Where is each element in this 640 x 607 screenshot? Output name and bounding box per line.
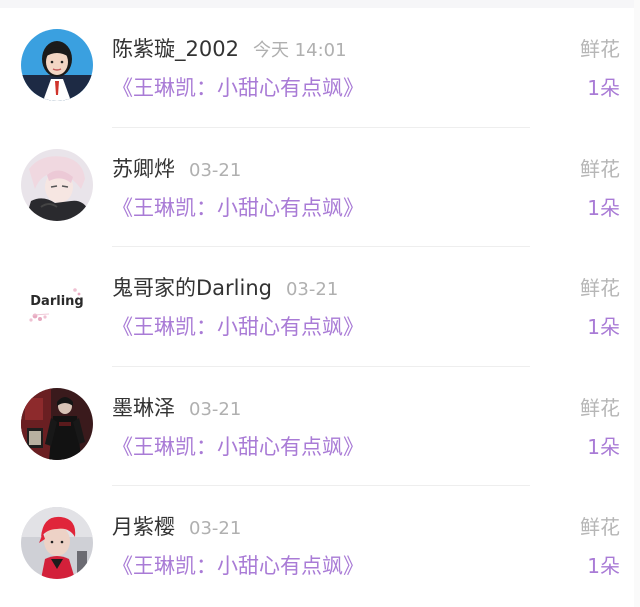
dark-figure-avatar[interactable] xyxy=(21,387,93,460)
work-title-link[interactable]: 《王琳凯：小甜心有点飒》 xyxy=(112,194,364,222)
sender-name-text[interactable]: 鬼哥家的Darling xyxy=(112,276,272,300)
gift-record-list: 陈紫璇_2002 今天 14:01 《王琳凯：小甜心有点飒》 鲜花 1朵 苏卿烨 0… xyxy=(0,8,640,606)
work-title-link[interactable]: 《王琳凯：小甜心有点飒》 xyxy=(112,313,364,341)
sender-name[interactable]: 月紫樱 03-21 xyxy=(112,513,241,543)
gift-record-row[interactable]: 月紫樱 03-21 《王琳凯：小甜心有点飒》 鲜花 1朵 xyxy=(0,486,640,606)
gift-record-row[interactable]: 墨琳泽 03-21 《王琳凯：小甜心有点飒》 鲜花 1朵 xyxy=(0,367,640,486)
sender-name[interactable]: 鬼哥家的Darling 03-21 xyxy=(112,274,338,304)
gift-count-label: 1朵 xyxy=(587,434,620,459)
work-title-link[interactable]: 《王琳凯：小甜心有点飒》 xyxy=(112,433,364,461)
sender-name[interactable]: 墨琳泽 03-21 xyxy=(112,394,241,424)
right-edge-shade xyxy=(634,0,640,607)
work-title-link[interactable]: 《王琳凯：小甜心有点飒》 xyxy=(112,74,364,102)
top-strip xyxy=(0,0,640,8)
sender-name-text[interactable]: 墨琳泽 xyxy=(112,396,175,420)
darling-avatar-text: Darling xyxy=(30,294,84,309)
gift-time: 03-21 xyxy=(285,279,339,300)
sender-name-text[interactable]: 苏卿烨 xyxy=(112,157,175,181)
gift-time: 03-21 xyxy=(189,159,242,181)
sender-name-text[interactable]: 陈紫璇_2002 xyxy=(112,37,239,61)
sender-name-text[interactable]: 月紫樱 xyxy=(112,515,175,539)
gift-record-row[interactable]: 苏卿烨 03-21 《王琳凯：小甜心有点飒》 鲜花 1朵 xyxy=(0,128,640,247)
gift-time: 今天 14:01 xyxy=(252,40,347,61)
gift-time: 03-21 xyxy=(189,518,242,539)
darling-text-avatar[interactable]: Darling xyxy=(21,268,93,340)
sender-name[interactable]: 苏卿烨 03-21 xyxy=(112,155,241,185)
gift-record-row[interactable]: 陈紫璇_2002 今天 14:01 《王琳凯：小甜心有点飒》 鲜花 1朵 xyxy=(0,8,640,128)
girl-portrait-avatar[interactable] xyxy=(21,29,93,101)
gift-type-label: 鲜花 xyxy=(580,156,620,181)
gift-type-label: 鲜花 xyxy=(580,37,620,61)
gift-count-label: 1朵 xyxy=(587,76,620,100)
gift-type-label: 鲜花 xyxy=(580,395,620,420)
gift-record-row[interactable]: Darling 鬼哥家的Darling 03-21 《王琳凯：小甜心有点飒》 鲜花… xyxy=(0,247,640,367)
gift-count-label: 1朵 xyxy=(587,195,620,220)
gift-type-label: 鲜花 xyxy=(580,515,620,539)
work-title-link[interactable]: 《王琳凯：小甜心有点飒》 xyxy=(112,552,364,580)
gift-type-label: 鲜花 xyxy=(580,276,620,300)
anime-boy-avatar[interactable] xyxy=(21,148,93,221)
gift-count-label: 1朵 xyxy=(587,554,620,578)
gift-count-label: 1朵 xyxy=(587,315,620,339)
red-hair-avatar[interactable] xyxy=(21,507,93,579)
sender-name[interactable]: 陈紫璇_2002 今天 14:01 xyxy=(112,35,347,65)
gift-time: 03-21 xyxy=(189,398,242,420)
